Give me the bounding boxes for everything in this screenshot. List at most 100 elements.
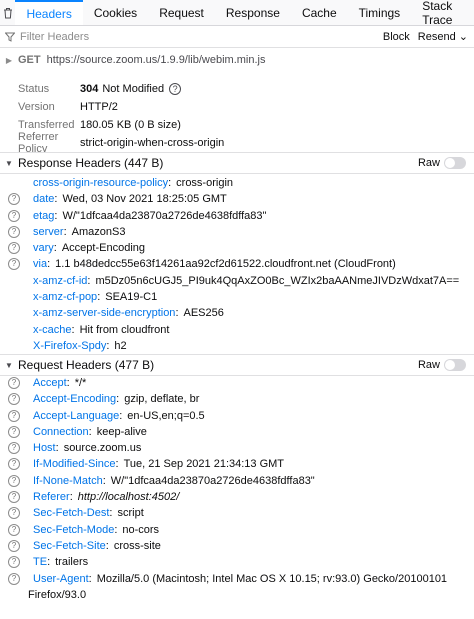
header-separator: : — [69, 491, 73, 504]
header-entry: x-cache: Hit from cloudfront — [28, 322, 169, 338]
header-value: cross-origin — [176, 177, 234, 189]
help-icon[interactable]: ? — [8, 458, 20, 471]
help-icon[interactable]: ? — [169, 83, 182, 95]
header-separator: : — [47, 258, 51, 271]
header-row[interactable]: ? Accept-Encoding: gzip, deflate, br — [0, 391, 474, 407]
header-entry: Sec-Fetch-Site: cross-site — [28, 538, 161, 554]
header-row[interactable]: cross-origin-resource-policy: cross-origi… — [0, 175, 474, 191]
header-row[interactable]: ? Host: source.zoom.us — [0, 440, 474, 456]
help-icon[interactable]: ? — [8, 425, 20, 438]
tab-headers[interactable]: Headers — [15, 0, 83, 25]
header-help-slot: ? — [0, 473, 28, 487]
help-icon[interactable]: ? — [8, 258, 20, 271]
help-icon[interactable]: ? — [8, 409, 20, 422]
header-row[interactable]: x-amz-cf-pop: SEA19-C1 — [0, 289, 474, 305]
header-entry: If-None-Match: W/"1dfcaa4da23870a2726de46… — [28, 473, 315, 489]
help-icon[interactable]: ? — [8, 209, 20, 222]
header-entry: x-amz-cf-id: m5Dz05n6cUGJ5_PI9uk4QqAxZO0B… — [28, 273, 459, 289]
header-name: cross-origin-resource-policy — [33, 177, 169, 189]
header-help-slot: ? — [0, 256, 28, 271]
block-button[interactable]: Block — [383, 31, 410, 43]
header-name: x-amz-cf-pop — [33, 291, 98, 304]
header-separator: : — [47, 556, 51, 569]
summary-label: Transferred — [18, 119, 75, 131]
header-row[interactable]: ? TE: trailers — [0, 554, 474, 570]
chevron-down-icon[interactable]: ▼ — [0, 159, 18, 168]
header-row[interactable]: x-amz-cf-id: m5Dz05n6cUGJ5_PI9uk4QqAxZO0B… — [0, 273, 474, 289]
help-icon[interactable]: ? — [8, 572, 20, 585]
help-icon[interactable]: ? — [8, 507, 20, 520]
header-value: source.zoom.us — [63, 442, 142, 455]
header-value: 1.1 b48dedcc55e63f14261aa92cf2d61522.clo… — [55, 258, 396, 271]
header-separator: : — [119, 409, 123, 422]
help-icon[interactable]: ? — [8, 523, 20, 536]
header-value: AES256 — [183, 307, 224, 320]
help-icon[interactable]: ? — [8, 491, 20, 504]
header-help-slot: ? — [0, 408, 28, 422]
header-value: no-cors — [122, 523, 160, 536]
raw-toggle[interactable] — [444, 359, 466, 371]
request-url-row[interactable]: ▶ GET https://source.zoom.us/1.9.9/lib/w… — [0, 50, 474, 70]
tab-cache[interactable]: Cache — [291, 0, 348, 25]
header-row[interactable]: ? Sec-Fetch-Dest: script — [0, 505, 474, 521]
help-icon[interactable]: ? — [8, 193, 20, 206]
help-icon[interactable]: ? — [8, 539, 20, 552]
header-row[interactable]: ? Accept: */* — [0, 375, 474, 391]
help-icon[interactable]: ? — [8, 393, 20, 406]
header-row[interactable]: x-amz-server-side-encryption: AES256 — [0, 305, 474, 321]
tab-cookies[interactable]: Cookies — [83, 0, 148, 25]
header-row[interactable]: ? via:1.1 b48dedcc55e63f14261aa92cf2d6152… — [0, 256, 474, 272]
help-icon[interactable]: ? — [8, 556, 20, 569]
header-entry: Accept: */* — [28, 375, 86, 391]
header-row[interactable]: ? etag: W/"1dfcaa4da23870a2726de4638fdffa8… — [0, 208, 474, 224]
status-text: Not Modified — [102, 83, 165, 95]
header-row[interactable]: ? Accept-Language: en-US,en;q=0.5 — [0, 408, 474, 424]
help-icon[interactable]: ? — [8, 242, 20, 255]
request-headers-list: ? Accept: */*? Accept-Encoding: gzip, deflat… — [0, 375, 474, 603]
header-separator: : — [55, 442, 59, 455]
tab-request[interactable]: Request — [148, 0, 215, 25]
header-entry: TE: trailers — [28, 554, 88, 570]
header-value: m5Dz05n6cUGJ5_PI9uk4QqAxZO0Bc_WZIx2baAAN… — [95, 274, 460, 287]
header-row[interactable]: x-cache: Hit from cloudfront — [0, 322, 474, 338]
header-row[interactable]: ? Referer: http://localhost:4502/ — [0, 489, 474, 505]
header-row[interactable]: ? Sec-Fetch-Site: cross-site — [0, 538, 474, 554]
header-row[interactable]: ? If-Modified-Since: Tue, 21 Sep 2021 21:3… — [0, 456, 474, 472]
help-icon[interactable]: ? — [8, 474, 20, 487]
trash-icon[interactable] — [0, 0, 15, 25]
chevron-right-icon[interactable]: ▶ — [0, 56, 18, 65]
header-entry: Accept-Encoding: gzip, deflate, br — [28, 391, 199, 407]
header-name: Sec-Fetch-Mode — [33, 523, 115, 536]
header-row[interactable]: ? If-None-Match: W/"1dfcaa4da23870a2726de4… — [0, 473, 474, 489]
header-row[interactable]: ? User-Agent: Mozilla/5.0 (Macintosh; Inte… — [0, 571, 474, 603]
help-icon[interactable]: ? — [8, 377, 20, 389]
raw-toggle[interactable] — [444, 157, 466, 169]
tab-stack-trace[interactable]: Stack Trace — [411, 0, 474, 27]
chevron-down-icon[interactable]: ▼ — [0, 361, 18, 370]
header-name: etag — [33, 209, 55, 222]
tab-response[interactable]: Response — [215, 0, 291, 25]
header-row[interactable]: ? date: Wed, 03 Nov 2021 18:25:05 GMT — [0, 191, 474, 207]
header-help-slot: ? — [0, 505, 28, 520]
header-value: h2 — [114, 339, 127, 352]
filter-headers-input[interactable]: Filter Headers — [20, 31, 383, 43]
header-help-slot: ? — [0, 224, 28, 238]
help-icon[interactable]: ? — [8, 225, 20, 238]
tab-timings[interactable]: Timings — [348, 0, 412, 25]
raw-toggle-label: Raw — [417, 157, 440, 169]
header-value: gzip, deflate, br — [124, 393, 200, 406]
header-name: Connection — [33, 425, 89, 438]
header-help-slot — [0, 322, 28, 324]
response-headers-section-header[interactable]: ▼ Response Headers (447 B) Raw — [0, 152, 474, 174]
header-value: SEA19-C1 — [105, 291, 158, 304]
help-icon[interactable]: ? — [8, 442, 20, 455]
header-row[interactable]: ? Sec-Fetch-Mode: no-cors — [0, 522, 474, 538]
header-separator: : — [168, 177, 172, 189]
header-row[interactable]: ? Connection: keep-alive — [0, 424, 474, 440]
header-row[interactable]: ? server: AmazonS3 — [0, 224, 474, 240]
request-headers-section-header[interactable]: ▼ Request Headers (477 B) Raw — [0, 354, 474, 376]
header-row[interactable]: X-Firefox-Spdy: h2 — [0, 338, 474, 354]
header-value: W/"1dfcaa4da23870a2726de4638fdffa83" — [62, 209, 267, 222]
resend-button[interactable]: Resend ⌄ — [418, 30, 468, 43]
header-row[interactable]: ? vary: Accept-Encoding — [0, 240, 474, 256]
